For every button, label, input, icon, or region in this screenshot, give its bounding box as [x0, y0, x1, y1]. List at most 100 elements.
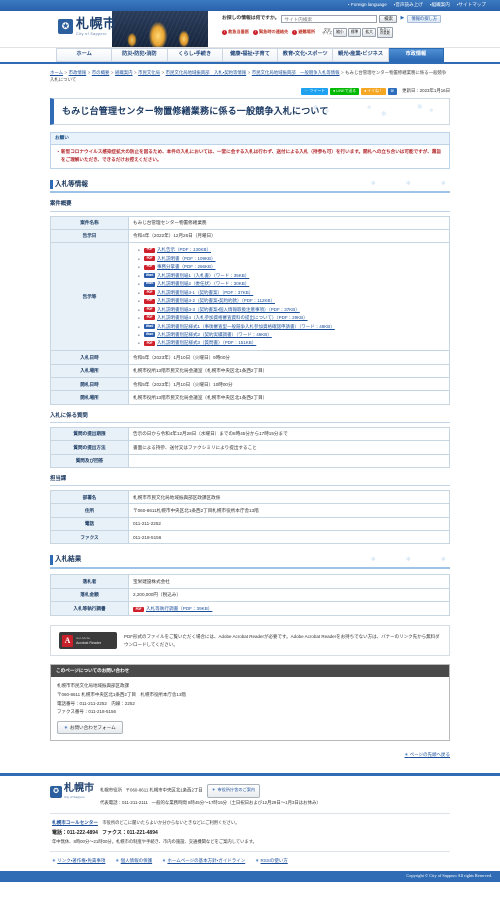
hatena-bookmark-button[interactable]: B! — [387, 87, 398, 95]
document-link[interactable]: 入札説明書別紙1（入札書）（ワード：35KB） — [157, 272, 249, 280]
adobe-reader-download-button[interactable]: A Get Adobe Acrobat Reader — [59, 632, 117, 650]
table-row: 部署名 札幌市市民文化局地域振興部区政課区政係 — [50, 490, 450, 505]
decorative-tree-photo — [112, 11, 208, 47]
footer-logo[interactable]: ✪ 札幌市 City of Sapporo — [50, 783, 94, 799]
breadcrumb-separator: > — [247, 70, 251, 75]
utility-link-voice-reading[interactable]: 音声読み上げ — [394, 2, 423, 9]
word-badge-icon: Word — [144, 272, 155, 279]
document-link[interactable]: 入札説明書（PDF：109KB） — [157, 255, 216, 263]
logo-text-ja: 札幌市 — [76, 16, 117, 31]
word-badge-icon: Word — [144, 323, 155, 329]
document-link[interactable]: 入札説明書別紙3-3（契約書案・個人情報取扱注意事項）（PDF：37KB） — [157, 306, 300, 314]
nav-item-home[interactable]: ホーム — [56, 48, 113, 62]
line-icon: ● — [332, 88, 336, 93]
row-label-dept-fax: ファクス — [50, 530, 129, 545]
back-to-top-link[interactable]: ✷ ページの先頭へ戻る — [405, 752, 450, 757]
call-center-description: 市役所のどこに聞いたらよいか分からないときなどにご利用ください。 — [102, 820, 240, 825]
sapporo-crest-icon: ✪ — [50, 785, 62, 798]
nav-item-education[interactable]: 教育・文化・スポーツ — [278, 48, 334, 62]
font-size-large-button[interactable]: 拡大 — [362, 27, 376, 37]
row-value-question-answers — [128, 453, 450, 468]
footer-logo-en: City of Sapporo — [64, 794, 85, 799]
footer-link-rss-label[interactable]: RSSの使い方 — [261, 858, 288, 865]
line-share-button[interactable]: ● LINEで送る — [329, 87, 360, 95]
document-link[interactable]: 入札告示（PDF：130KB） — [157, 246, 211, 254]
breadcrumb-item-5[interactable]: 市民文化局地域振興部 入札・契約等情報 — [166, 70, 247, 75]
emergency-label-shelters: 避難場所 — [298, 29, 316, 35]
footer-link-guidelines-label[interactable]: ホームページの基本方針・ガイドライン — [167, 858, 245, 865]
document-link[interactable]: 入札説明書別紙3-1（契約書案）（PDF：37KB） — [157, 289, 253, 297]
breadcrumb-item-0[interactable]: ホーム — [50, 70, 63, 75]
row-value-bid-place: 札幌市役所13階市民文化局会議室（札幌市中央区北1条西2丁目） — [128, 363, 450, 379]
row-value-notice-date: 令和4年（2022年）12月26日（月曜日） — [128, 228, 450, 244]
document-link[interactable]: 入札説明書別記様式3（質問書）（PDF：151KB） — [157, 339, 256, 347]
utility-link-foreign-language[interactable]: Foreign language — [346, 2, 387, 9]
font-size-small-button[interactable]: 縮小 — [333, 27, 347, 37]
nav-item-city-info[interactable]: 市政情報 — [388, 48, 444, 62]
document-link[interactable]: 事務分掌書（PDF：266KB） — [157, 263, 216, 271]
twitter-share-button[interactable]: 🐦 ツイート — [301, 87, 328, 95]
font-size-label: 文字 サイズ — [322, 28, 332, 36]
breadcrumb-item-3[interactable]: 組織案内 — [115, 70, 133, 75]
execution-report-link[interactable]: 入札等執行調書（PDF：39KB） — [146, 605, 212, 612]
site-logo[interactable]: ✪ 札幌市 City of Sapporo — [58, 17, 117, 37]
footer-link-guidelines[interactable]: ✷ ホームページの基本方針・ガイドライン — [162, 858, 245, 865]
document-link[interactable]: 入札説明書別紙3-2（契約書案・契約約款）（PDF：112KB） — [157, 297, 275, 305]
snowflake-icon: ❄ — [405, 556, 411, 563]
snowflake-decoration: ❄ ❄ ❄ — [371, 180, 450, 189]
list-item: Word入札説明書別記様式2（契約実績調書）（ワード：46KB） — [138, 331, 445, 339]
document-link[interactable]: 入札説明書別記様式1（事後審査型一般競争入札参加資格確認申請書）（ワード：48K… — [157, 323, 335, 331]
emergency-link-contacts[interactable]: ! 緊急時の連絡先 — [252, 29, 288, 35]
search-button[interactable]: 検索 — [379, 15, 398, 23]
emergency-link-shelters[interactable]: ! 避難場所 — [292, 29, 315, 35]
call-center-link[interactable]: 札幌市コールセンター — [52, 820, 98, 825]
document-link[interactable]: 入札説明書別紙2（委任状）（ワード：30KB） — [157, 280, 249, 288]
footer-link-terms[interactable]: ✷ リンク・著作権・免責事項 — [52, 858, 105, 865]
footer-links: ✷ リンク・著作権・免責事項 ✷ 個人情報の保護 ✷ ホームページの基本方針・ガ… — [50, 852, 450, 871]
share-row: 🐦 ツイート ● LINEで送る ● イイね！ B! 更新日：2023年1月16日 — [50, 87, 450, 98]
document-link[interactable]: 入札説明書別記様式2（契約実績調書）（ワード：46KB） — [157, 331, 272, 339]
gov-building-guide-button[interactable]: ✷ 市役所庁舎のご案内 — [206, 783, 261, 798]
page-title: もみじ台管理センター物置修繕業務に係る一般競争入札について — [62, 105, 329, 116]
gear-icon: ✷ — [255, 857, 259, 863]
footer-address-block: 札幌市役所 〒060-8611 札幌市中央区北1条西2丁目 ✷ 市役所庁舎のご案… — [100, 783, 321, 807]
row-value-dept-fax: 011-218-5156 — [128, 530, 450, 545]
font-size-normal-button[interactable]: 標準 — [347, 27, 362, 37]
row-value-question-deadline: 告示の日から令和4年12月28日（水曜日）までの8時45分から17時15分まで — [128, 426, 450, 442]
utility-link-sitemap[interactable]: サイトマップ — [457, 2, 486, 9]
pdf-badge-icon: PDF — [144, 315, 155, 321]
gov-building-guide-label: 市役所庁舎のご案内 — [217, 787, 256, 793]
utility-bar: Foreign language 音声読み上げ 組織案内 サイトマップ — [0, 0, 500, 11]
notice-body: 新型コロナウイルス感染症拡大の防止を図るため、本件の入札においては、一堂に会する… — [51, 145, 449, 167]
nav-item-living[interactable]: くらし・手続き — [167, 48, 223, 62]
search-input[interactable] — [281, 15, 378, 23]
row-label-execution-report: 入札等執行調書 — [50, 600, 129, 617]
footer-link-terms-label[interactable]: リンク・著作権・免責事項 — [57, 858, 105, 865]
row-value-execution-report: PDF 入札等執行調書（PDF：39KB） — [128, 600, 450, 617]
nav-item-business[interactable]: 観光・産業・ビジネス — [333, 48, 389, 62]
breadcrumb-item-2[interactable]: 市の概要 — [92, 70, 110, 75]
footer-link-privacy-label[interactable]: 個人情報の保護 — [121, 858, 153, 865]
document-link[interactable]: 入札説明書別紙4（入札参加資格審査資料の提出について）（PDF：29KB） — [157, 314, 308, 322]
color-change-label-line2: の変更 — [379, 31, 390, 36]
utility-link-organization[interactable]: 組織案内 — [430, 2, 449, 9]
emergency-label-clinic: 救急当番医 — [228, 29, 249, 35]
iine-share-button[interactable]: ● イイね！ — [361, 87, 386, 95]
inquiry-form-button[interactable]: ✷ お問い合わせフォーム — [57, 721, 123, 735]
color-change-button[interactable]: 色合い の変更 — [376, 27, 393, 38]
emergency-link-clinic[interactable]: ! 救急当番医 — [222, 29, 249, 35]
section-heading-result: 入札結果 ❄ ❄ ❄ — [50, 553, 450, 570]
breadcrumb-item-4[interactable]: 市民文化局 — [138, 70, 160, 75]
pdf-badge-icon: PDF — [144, 307, 155, 313]
nav-item-disaster[interactable]: 防災・防犯・消防 — [112, 48, 168, 62]
footer-link-privacy[interactable]: ✷ 個人情報の保護 — [115, 858, 152, 865]
footer-link-rss[interactable]: ✷ RSSの使い方 — [255, 858, 288, 865]
breadcrumb-item-1[interactable]: 市政情報 — [69, 70, 87, 75]
row-label-dept-tel: 電話 — [50, 516, 129, 532]
search-howto-button[interactable]: 情報の探し方 — [407, 15, 442, 23]
breadcrumb-item-6[interactable]: 市民文化局地域振興部 一般競争入札等情報 — [252, 70, 340, 75]
row-value-bid-datetime: 令和5年（2023年）1月10日（火曜日）9時00分 — [128, 350, 450, 365]
pdf-badge-icon: PDF — [144, 298, 155, 304]
nav-item-health[interactable]: 健康・福祉・子育て — [222, 48, 279, 62]
row-value-question-method: 書面による持参、送付又はファクシミリにより提出すること — [128, 440, 450, 455]
